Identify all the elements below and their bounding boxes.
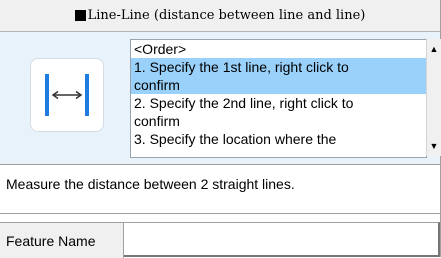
scroll-down-icon[interactable]: ▼ [429, 139, 439, 153]
line-to-line-distance-graphic [45, 74, 89, 116]
description-text: Measure the distance between 2 straight … [6, 176, 295, 192]
guide-section: <Order> 1. Specify the 1st line, right c… [0, 32, 441, 165]
steps-scrollbar[interactable]: ▲ ▼ [426, 39, 441, 156]
panel-title-bar: Line-Line (distance between line and lin… [0, 0, 440, 32]
scroll-up-icon[interactable]: ▲ [429, 42, 439, 56]
step-2-line-1[interactable]: 2. Specify the 2nd line, right click to [131, 94, 426, 112]
line-to-line-distance-icon [30, 58, 104, 132]
description-area: Measure the distance between 2 straight … [0, 165, 440, 214]
step-1-line-2[interactable]: confirm [131, 76, 426, 94]
square-bullet-icon [74, 10, 86, 21]
feature-name-label-cell: Feature Name [0, 222, 124, 258]
feature-name-input[interactable] [124, 222, 440, 257]
measurement-panel: Line-Line (distance between line and lin… [0, 0, 441, 258]
step-1-line-1[interactable]: 1. Specify the 1st line, right click to [131, 58, 426, 76]
step-3-line-1[interactable]: 3. Specify the location where the [131, 130, 426, 148]
steps-list[interactable]: <Order> 1. Specify the 1st line, right c… [130, 39, 427, 158]
feature-name-label: Feature Name [6, 233, 96, 249]
step-2-line-2[interactable]: confirm [131, 112, 426, 130]
steps-header: <Order> [134, 41, 187, 57]
panel-title: Line-Line (distance between line and lin… [87, 8, 366, 23]
